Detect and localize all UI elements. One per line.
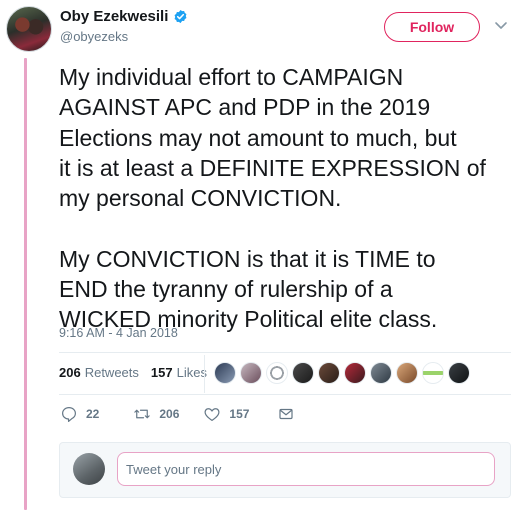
author-handle[interactable]: @obyezeks bbox=[60, 29, 128, 44]
liker-avatar[interactable] bbox=[448, 362, 470, 384]
thread-accent-bar bbox=[24, 58, 27, 510]
liker-avatar[interactable] bbox=[214, 362, 236, 384]
liker-avatar[interactable] bbox=[318, 362, 340, 384]
liker-avatar[interactable] bbox=[396, 362, 418, 384]
like-action[interactable]: 157 bbox=[203, 405, 249, 423]
liker-avatar[interactable] bbox=[240, 362, 262, 384]
divider-top bbox=[59, 352, 511, 353]
retweets-label[interactable]: Retweets bbox=[85, 365, 139, 380]
liker-avatars bbox=[214, 362, 470, 384]
stats-divider bbox=[204, 355, 205, 393]
divider-bottom bbox=[59, 394, 511, 395]
liker-avatar[interactable] bbox=[266, 362, 288, 384]
liker-avatar[interactable] bbox=[292, 362, 314, 384]
retweet-action[interactable]: 206 bbox=[133, 405, 179, 423]
likes-label[interactable]: Likes bbox=[177, 365, 207, 380]
envelope-icon bbox=[279, 408, 294, 420]
author-avatar[interactable] bbox=[6, 6, 52, 52]
retweet-count: 206 bbox=[159, 407, 180, 421]
tweet-timestamp[interactable]: 9:16 AM - 4 Jan 2018 bbox=[59, 326, 178, 340]
reply-input[interactable] bbox=[117, 452, 495, 486]
follow-button[interactable]: Follow bbox=[384, 12, 480, 42]
author-name-row: Oby Ezekwesili bbox=[60, 8, 188, 25]
reply-composer bbox=[59, 442, 511, 498]
tweet-actions: 22 206 157 bbox=[60, 405, 295, 423]
heart-icon bbox=[204, 408, 220, 421]
reply-icon bbox=[62, 407, 76, 423]
retweet-icon bbox=[134, 409, 151, 419]
liker-avatar[interactable] bbox=[344, 362, 366, 384]
chevron-down-icon[interactable] bbox=[494, 18, 508, 32]
likes-count[interactable]: 157 bbox=[151, 365, 173, 380]
current-user-avatar bbox=[73, 453, 105, 485]
direct-message-action[interactable] bbox=[277, 405, 295, 423]
tweet-text: My individual effort to CAMPAIGN AGAINST… bbox=[59, 64, 486, 333]
verified-badge-icon bbox=[174, 9, 187, 24]
reply-action[interactable]: 22 bbox=[60, 405, 99, 423]
tweet-stats: 206 Retweets 157 Likes bbox=[59, 365, 207, 380]
reply-count: 22 bbox=[86, 407, 100, 421]
liker-avatar[interactable] bbox=[370, 362, 392, 384]
retweets-count[interactable]: 206 bbox=[59, 365, 81, 380]
liker-avatar[interactable] bbox=[422, 362, 444, 384]
author-display-name[interactable]: Oby Ezekwesili bbox=[60, 8, 168, 25]
like-count: 157 bbox=[229, 407, 250, 421]
